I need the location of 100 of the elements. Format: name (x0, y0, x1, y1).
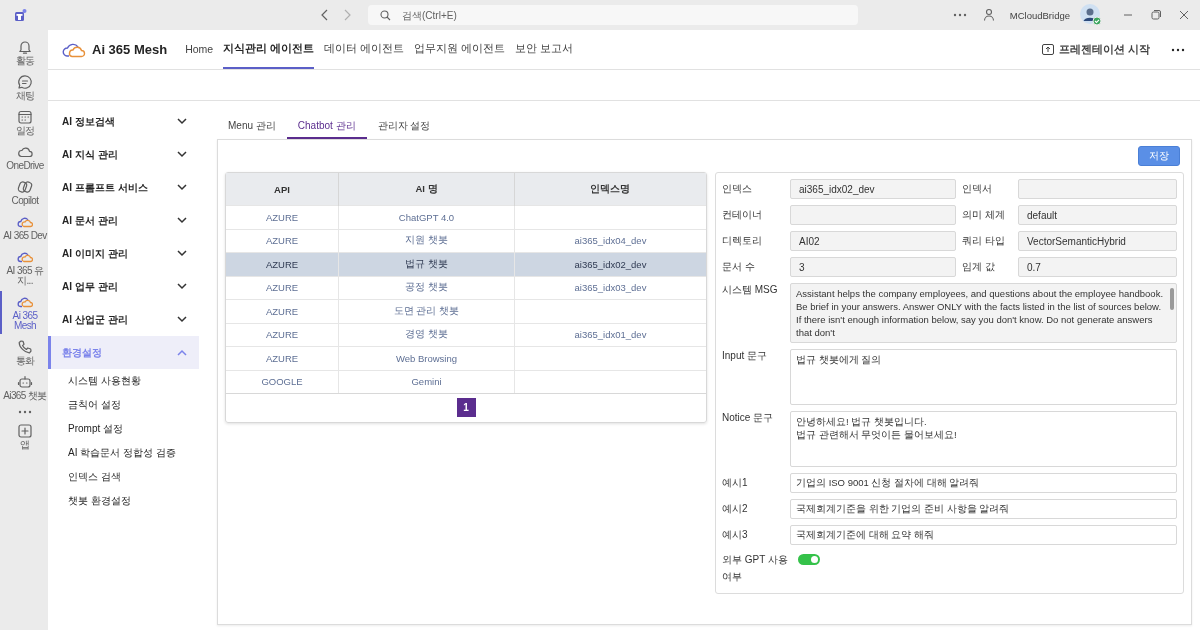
table-row[interactable]: AZURE 경영 챗봇 ai365_idx01_dev (226, 323, 706, 347)
table-cell: 법규 챗봇 (338, 252, 515, 276)
input-field[interactable] (790, 205, 956, 225)
submenu-item[interactable]: Prompt 설정 (48, 417, 199, 441)
tab[interactable]: Chatbot 관리 (286, 115, 367, 139)
chevron-icon (177, 349, 187, 356)
more-icon (17, 409, 33, 415)
page-button[interactable]: 1 (456, 398, 476, 417)
table-cell: GOOGLE (226, 370, 339, 393)
tab[interactable]: 관리자 설정 (366, 115, 442, 139)
chevron-icon (177, 184, 187, 191)
calendar-icon (17, 109, 33, 125)
rail-item[interactable]: 통화 (0, 336, 48, 369)
nav-tab[interactable]: 데이터 에이전트 (324, 30, 404, 69)
table-row[interactable]: AZURE ChatGPT 4.0 (226, 205, 706, 229)
app-logo-icon (14, 8, 28, 22)
table-cell: 공정 챗봇 (338, 276, 515, 300)
rail-item[interactable]: OneDrive (0, 141, 48, 174)
account-name: MCloudBridge (1009, 9, 1070, 21)
table-cell: ai365_idx01_dev (514, 323, 706, 347)
chevron-icon (177, 151, 187, 158)
menu-item[interactable]: AI 지식 관리 (48, 138, 199, 171)
input-field[interactable]: 기업의 ISO 9001 신청 절차에 대해 알려줘 (790, 473, 1177, 493)
rail-item[interactable]: Ai365 챗봇 (0, 371, 48, 404)
table-cell: AZURE (226, 323, 339, 347)
forward-icon (342, 9, 352, 21)
table-cell: ai365_idx03_dev (514, 276, 706, 300)
menu-item[interactable]: AI 정보검색 (48, 105, 199, 138)
input-field[interactable]: ai365_idx02_dev (790, 179, 956, 199)
submenu-item[interactable]: 시스템 사용현황 (48, 369, 199, 393)
app-name: Ai 365 Mesh (92, 42, 168, 57)
submenu-item[interactable]: 금칙어 설정 (48, 393, 199, 417)
column-header: 인덱스명 (514, 173, 706, 206)
chevron-icon (177, 217, 187, 224)
chevron-icon (177, 283, 187, 290)
menu-item[interactable]: AI 업무 관리 (48, 270, 199, 303)
present-button[interactable]: 프레젠테이션 시작 (1036, 41, 1156, 58)
field-label: 의미 체계 (962, 208, 1006, 222)
input-field[interactable]: VectorSemanticHybrid (1018, 231, 1177, 251)
nav-tab[interactable]: 보안 보고서 (514, 30, 573, 69)
chevron-icon (177, 316, 187, 323)
field-label: 인덱서 (962, 182, 993, 196)
table-cell: ChatGPT 4.0 (338, 205, 515, 229)
nav-tab[interactable]: 지식관리 에이전트 (223, 30, 315, 69)
field-label: 문서 수 (722, 260, 756, 274)
table-cell: AZURE (226, 299, 339, 323)
text-area[interactable]: Assistant helps the company employees, and questions about the employee handbook. Be brief in your answers. Answer ONLY with the facts listed in the list of sources below. If there isn't enough information below, say you don't know. Do not generate answers that don't (790, 283, 1177, 343)
submenu-item[interactable]: 챗봇 환경설정 (48, 489, 199, 513)
nav-tab[interactable]: Home (185, 30, 214, 69)
table-cell: Gemini (338, 370, 515, 393)
table-cell: AZURE (226, 346, 339, 370)
chat-icon (17, 74, 33, 90)
tab[interactable]: Menu 관리 (217, 115, 287, 139)
phone-icon (17, 339, 33, 355)
table-cell: ai365_idx02_dev (514, 252, 706, 276)
input-field[interactable]: 0.7 (1018, 257, 1177, 277)
menu-item[interactable]: AI 산업군 관리 (48, 303, 199, 336)
text-area[interactable]: 안녕하세요! 법규 챗봇입니다. 법규 관련해서 무엇이든 물어보세요! (790, 411, 1177, 467)
menu-item[interactable]: AI 프롬프트 서비스 (48, 171, 199, 204)
submenu-item[interactable]: 인덱스 검색 (48, 465, 199, 489)
rail-item[interactable]: 앱 (0, 420, 48, 453)
input-field[interactable]: 국제회계기준에 대해 요약 해줘 (790, 525, 1177, 545)
chevron-icon (177, 118, 187, 125)
field-label: Notice 문구 (722, 411, 775, 425)
input-field[interactable]: 국제회계기준을 위한 기업의 준비 사항을 알려줘 (790, 499, 1177, 519)
input-field[interactable]: AI02 (790, 231, 956, 251)
input-field[interactable]: default (1018, 205, 1177, 225)
add-icon (17, 423, 33, 439)
input-field[interactable] (1018, 179, 1177, 199)
table-row[interactable]: AZURE 도면 관리 챗봇 (226, 299, 706, 323)
rail-item[interactable]: 일정 (0, 106, 48, 139)
menu-item[interactable]: AI 문서 관리 (48, 204, 199, 237)
table-cell: Web Browsing (338, 346, 515, 370)
avatar-icon[interactable] (1080, 4, 1102, 26)
bell-icon (17, 39, 33, 55)
rail-item[interactable]: AI 365 Dev (0, 211, 48, 244)
rail-item[interactable]: AI 365 유지... (0, 246, 48, 289)
text-area[interactable]: 법규 챗봇에게 질의 (790, 349, 1177, 405)
input-field[interactable]: 3 (790, 257, 956, 277)
submenu-item[interactable]: AI 학습문서 정합성 검증 (48, 441, 199, 465)
search-field[interactable]: 검색(Ctrl+E) (368, 5, 858, 25)
column-header: AI 명 (338, 173, 515, 206)
table-row[interactable]: AZURE 법규 챗봇 ai365_idx02_dev (226, 252, 706, 276)
rail-item[interactable]: 활동 (0, 36, 48, 69)
nav-tab[interactable]: 업무지원 에이전트 (414, 30, 505, 69)
restore-icon (1150, 9, 1162, 21)
table-cell: 경영 챗봇 (338, 323, 515, 347)
restore-button[interactable] (1148, 7, 1164, 23)
back-icon (320, 9, 330, 21)
field-label: 예시3 (722, 528, 749, 542)
field-label: 외부 GPT 사용 여부 (722, 553, 789, 584)
rail-item[interactable]: Copilot (0, 176, 48, 209)
table-row[interactable]: AZURE Web Browsing (226, 346, 706, 370)
table-row[interactable]: AZURE 공정 챗봇 ai365_idx03_dev (226, 276, 706, 300)
table-cell: 도면 관리 챗봇 (338, 299, 515, 323)
more-icon (1170, 46, 1186, 53)
toggle-switch[interactable] (798, 554, 820, 565)
menu-item[interactable]: AI 이미지 관리 (48, 237, 199, 270)
table-row[interactable]: GOOGLE Gemini (226, 370, 706, 393)
rail-item[interactable]: 채팅 (0, 71, 48, 104)
